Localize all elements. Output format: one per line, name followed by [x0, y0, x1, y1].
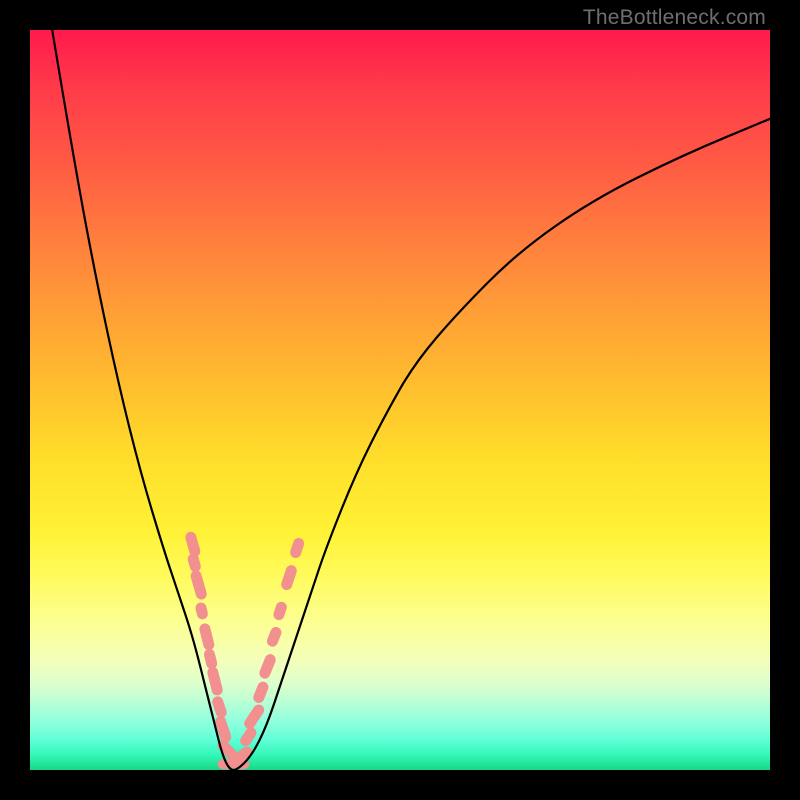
watermark-text: TheBottleneck.com: [583, 6, 766, 30]
curve-marker: [272, 600, 288, 621]
bottleneck-curve: [52, 30, 770, 770]
curve-marker: [265, 625, 283, 648]
curve-marker: [186, 552, 202, 573]
curve-marker: [203, 648, 219, 670]
curve-marker: [194, 601, 209, 620]
curve-marker: [280, 564, 298, 592]
curve-marker: [198, 622, 215, 651]
curve-layer: [30, 30, 770, 770]
curve-marker: [189, 569, 208, 601]
curve-marker: [289, 537, 306, 560]
curve-marker: [252, 680, 270, 705]
curve-marker: [206, 666, 224, 697]
marker-cluster: [184, 531, 306, 770]
curve-marker: [258, 653, 278, 681]
chart-frame: TheBottleneck.com: [0, 0, 800, 800]
curve-marker: [242, 702, 266, 731]
